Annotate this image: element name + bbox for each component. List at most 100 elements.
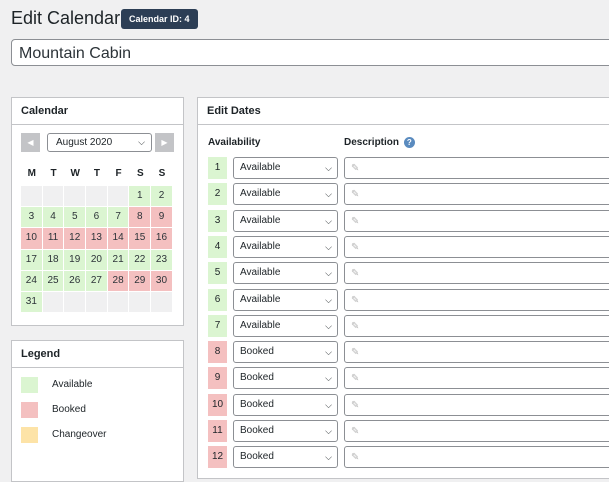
calendar-day[interactable]: 24: [21, 270, 42, 291]
calendar-day[interactable]: 1: [129, 186, 151, 207]
description-input[interactable]: ✎: [344, 393, 609, 416]
calendar-day[interactable]: 31: [21, 291, 42, 313]
description-input[interactable]: ✎: [344, 157, 609, 179]
pencil-icon: ✎: [351, 294, 360, 306]
calendar-empty-cell: [42, 186, 64, 207]
availability-select[interactable]: Available ⌵: [233, 183, 338, 206]
chevron-down-icon: ⌵: [138, 137, 145, 147]
calendar-day[interactable]: 20: [86, 249, 107, 270]
triangle-left-icon: ◀: [27, 138, 34, 147]
calendar-day[interactable]: 7: [107, 207, 129, 228]
prev-month-button[interactable]: ◀: [21, 133, 40, 152]
availability-select[interactable]: Available ⌵: [233, 314, 338, 337]
description-input[interactable]: ✎: [344, 446, 609, 469]
pencil-icon: ✎: [351, 426, 360, 437]
calendar-day[interactable]: 19: [64, 249, 86, 270]
description-input[interactable]: ✎: [344, 183, 609, 206]
calendar-week: 24 25 26 27 28 29 30: [21, 270, 173, 292]
calendar-day[interactable]: 4: [42, 207, 64, 228]
date-number: 12: [208, 446, 227, 469]
calendar-day[interactable]: 6: [86, 207, 107, 228]
description-input[interactable]: ✎: [344, 209, 609, 232]
month-select[interactable]: August 2020 ⌵: [47, 133, 152, 152]
legend-swatch-changeover: [21, 427, 38, 443]
calendar-empty-cell: [21, 186, 42, 207]
calendar-day[interactable]: 11: [42, 228, 64, 249]
date-number: 4: [208, 235, 227, 258]
date-number: 6: [208, 288, 227, 311]
description-input[interactable]: ✎: [344, 235, 609, 258]
calendar-day[interactable]: 23: [151, 249, 172, 270]
calendar-title-input[interactable]: Mountain Cabin: [11, 39, 609, 66]
availability-select[interactable]: Booked ⌵: [233, 393, 338, 416]
availability-select[interactable]: Available ⌵: [233, 288, 338, 311]
question-icon[interactable]: ?: [403, 137, 415, 148]
weekday-label: T: [50, 168, 57, 179]
availability-select[interactable]: Booked ⌵: [233, 367, 338, 390]
availability-select-value: Available: [240, 162, 281, 173]
calendar-day[interactable]: 2: [151, 186, 172, 207]
calendar-day[interactable]: 14: [107, 228, 129, 249]
availability-select-value: Booked: [240, 346, 274, 358]
date-number: 5: [208, 262, 227, 285]
calendar-day[interactable]: 9: [151, 207, 172, 228]
availability-select-value: Booked: [240, 425, 274, 436]
chevron-down-icon: ⌵: [325, 452, 332, 463]
calendar-day[interactable]: 21: [107, 249, 129, 270]
month-select-value: August 2020: [56, 137, 113, 148]
availability-select[interactable]: Booked ⌵: [233, 341, 338, 364]
calendar-day[interactable]: 10: [21, 228, 42, 249]
availability-select[interactable]: Available ⌵: [233, 235, 338, 258]
calendar-day[interactable]: 3: [21, 207, 42, 228]
calendar-day[interactable]: 29: [129, 270, 151, 291]
calendar-empty-cell: [107, 291, 129, 313]
calendar-day[interactable]: 8: [129, 207, 151, 228]
availability-select[interactable]: Available ⌵: [233, 157, 338, 179]
description-input[interactable]: ✎: [344, 341, 609, 364]
chevron-down-icon: ⌵: [325, 268, 332, 279]
description-input[interactable]: ✎: [344, 314, 609, 337]
calendar-day[interactable]: 25: [42, 270, 64, 291]
availability-select-value: Available: [240, 293, 281, 305]
weekday-label: W: [70, 168, 80, 179]
description-input[interactable]: ✎: [344, 262, 609, 285]
availability-select[interactable]: Booked ⌵: [233, 446, 338, 469]
weekday-label: F: [115, 168, 122, 179]
calendar-day[interactable]: 13: [86, 228, 107, 249]
calendar-day[interactable]: 28: [107, 270, 129, 291]
calendar-day[interactable]: 16: [151, 228, 172, 249]
pencil-icon: ✎: [351, 452, 360, 464]
calendar-day[interactable]: 18: [42, 249, 64, 270]
pencil-icon: ✎: [351, 347, 360, 359]
legend-swatch-booked: [21, 402, 38, 418]
availability-select[interactable]: Booked ⌵: [233, 420, 338, 442]
chevron-down-icon: ⌵: [325, 294, 332, 305]
calendar-day[interactable]: 30: [151, 270, 172, 291]
weekday-label: T: [93, 168, 100, 179]
description-input[interactable]: ✎: [344, 288, 609, 311]
calendar-day[interactable]: 17: [21, 249, 42, 270]
description-column-label: Description: [344, 137, 400, 149]
availability-select[interactable]: Available ⌵: [233, 262, 338, 285]
weekday-header: MTWTFSS: [21, 168, 173, 186]
next-month-button[interactable]: ▶: [155, 133, 174, 152]
calendar-day[interactable]: 12: [64, 228, 86, 249]
date-number: 9: [208, 367, 227, 390]
description-input[interactable]: ✎: [344, 367, 609, 390]
calendar-day[interactable]: 5: [64, 207, 86, 228]
calendar-weeks: 1 2 3 4 5 6 7 8 9 10 11 12 13 14 15 16 17 18 19 20 21 22 23 24 2…: [21, 186, 173, 313]
calendar-empty-cell: [107, 186, 129, 207]
calendar-day[interactable]: 27: [86, 270, 107, 291]
chevron-down-icon: ⌵: [325, 189, 332, 200]
calendar-day[interactable]: 22: [129, 249, 151, 270]
calendar-day[interactable]: 15: [129, 228, 151, 249]
month-navigation: ◀ August 2020 ⌵ ▶: [21, 133, 174, 153]
description-input[interactable]: ✎: [344, 420, 609, 442]
calendar-panel: Calendar ◀ August 2020 ⌵ ▶ MTWTFSS 12345…: [11, 97, 184, 326]
pencil-icon: ✎: [351, 373, 360, 385]
availability-select[interactable]: Available ⌵: [233, 209, 338, 232]
calendar-day[interactable]: 26: [64, 270, 86, 291]
calendar-empty-cell: [151, 291, 172, 313]
triangle-right-icon: ▶: [161, 138, 168, 147]
weekday-label: S: [136, 168, 144, 179]
